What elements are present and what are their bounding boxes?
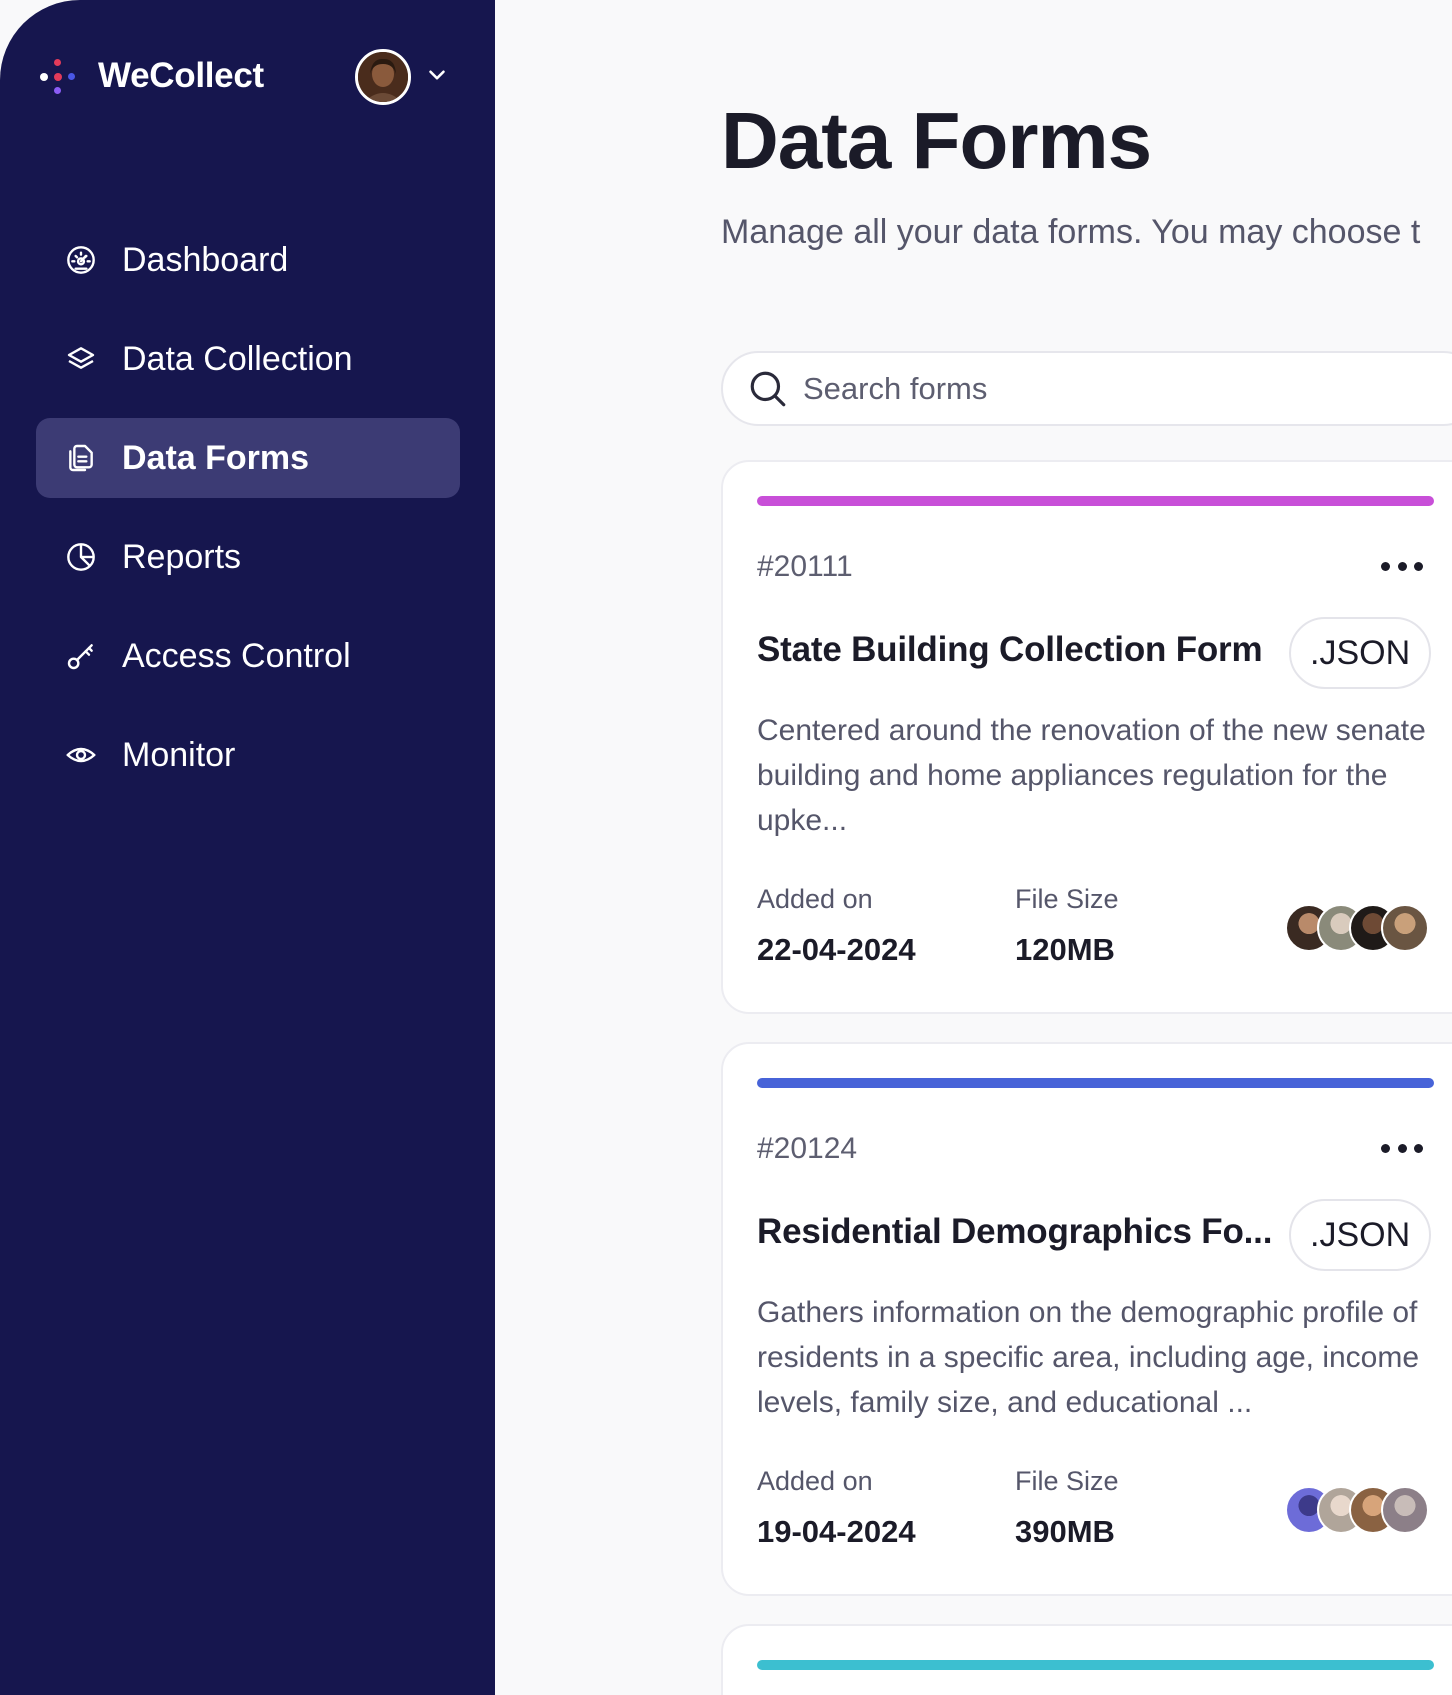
- main-content: Data Forms Manage all your data forms. Y…: [495, 0, 1452, 1695]
- key-icon: [64, 639, 98, 673]
- card-accent-bar: [757, 1660, 1434, 1670]
- sidebar-item-access-control[interactable]: Access Control: [36, 616, 460, 696]
- form-title: State Building Collection Form: [757, 630, 1263, 669]
- dashboard-icon: [64, 243, 98, 277]
- card-accent-bar: [757, 1078, 1434, 1088]
- added-on-label: Added on: [757, 884, 873, 914]
- sidebar-item-reports[interactable]: Reports: [36, 517, 460, 597]
- form-description: Centered around the renovation of the ne…: [757, 714, 1426, 837]
- avatar: [1381, 1486, 1429, 1534]
- more-options-icon[interactable]: [1377, 550, 1427, 582]
- documents-icon: [64, 441, 98, 475]
- form-id: #20111: [757, 550, 853, 583]
- file-size-value: 390MB: [1015, 1514, 1115, 1549]
- file-type-badge: .JSON: [1289, 1199, 1432, 1271]
- file-size-label: File Size: [1015, 1466, 1119, 1496]
- user-avatar[interactable]: [355, 49, 411, 105]
- added-on-label: Added on: [757, 1466, 873, 1496]
- chevron-down-icon[interactable]: [424, 62, 450, 88]
- form-id: #20124: [757, 1132, 858, 1165]
- collaborator-avatars[interactable]: [1285, 1486, 1429, 1536]
- app-window: WeCollect Dashboard Data Collection Data…: [0, 0, 1452, 1695]
- sidebar-item-label: Data Forms: [122, 438, 310, 477]
- more-options-icon[interactable]: [1377, 1132, 1427, 1164]
- added-on-value: 22-04-2024: [757, 932, 916, 967]
- form-card[interactable]: [721, 1624, 1452, 1695]
- sidebar-item-label: Access Control: [122, 636, 351, 675]
- avatar: [1381, 904, 1429, 952]
- sidebar-nav: Dashboard Data Collection Data Forms Rep…: [36, 220, 460, 814]
- sidebar-item-label: Monitor: [122, 735, 236, 774]
- card-accent-bar: [757, 496, 1434, 506]
- file-type-badge: .JSON: [1289, 617, 1432, 689]
- sidebar-item-label: Dashboard: [122, 240, 289, 279]
- layers-icon: [64, 342, 98, 376]
- sidebar-item-label: Reports: [122, 537, 242, 576]
- file-size-label: File Size: [1015, 884, 1119, 914]
- search-icon: [750, 371, 786, 406]
- form-card[interactable]: #20111 State Building Collection Form .J…: [721, 460, 1452, 1014]
- form-title: Residential Demographics Fo...: [757, 1212, 1273, 1251]
- page-subtitle: Manage all your data forms. You may choo…: [721, 213, 1421, 251]
- form-card[interactable]: #20124 Residential Demographics Fo... .J…: [721, 1042, 1452, 1596]
- eye-icon: [64, 738, 98, 772]
- brand[interactable]: WeCollect: [38, 56, 264, 96]
- search-box[interactable]: [721, 351, 1452, 426]
- added-on-value: 19-04-2024: [757, 1514, 916, 1549]
- search-input[interactable]: [803, 370, 1303, 407]
- file-size-value: 120MB: [1015, 932, 1115, 967]
- sidebar-item-dashboard[interactable]: Dashboard: [36, 220, 460, 300]
- collaborator-avatars[interactable]: [1285, 904, 1429, 954]
- form-description: Gathers information on the demographic p…: [757, 1296, 1420, 1419]
- wecollect-logo-icon: [38, 56, 78, 96]
- page-title: Data Forms: [721, 96, 1152, 185]
- pie-chart-icon: [64, 540, 98, 574]
- sidebar: WeCollect Dashboard Data Collection Data…: [0, 0, 495, 1695]
- sidebar-item-monitor[interactable]: Monitor: [36, 715, 460, 795]
- brand-name: WeCollect: [98, 56, 264, 95]
- sidebar-item-data-forms[interactable]: Data Forms: [36, 418, 460, 498]
- sidebar-item-label: Data Collection: [122, 339, 353, 378]
- sidebar-item-data-collection[interactable]: Data Collection: [36, 319, 460, 399]
